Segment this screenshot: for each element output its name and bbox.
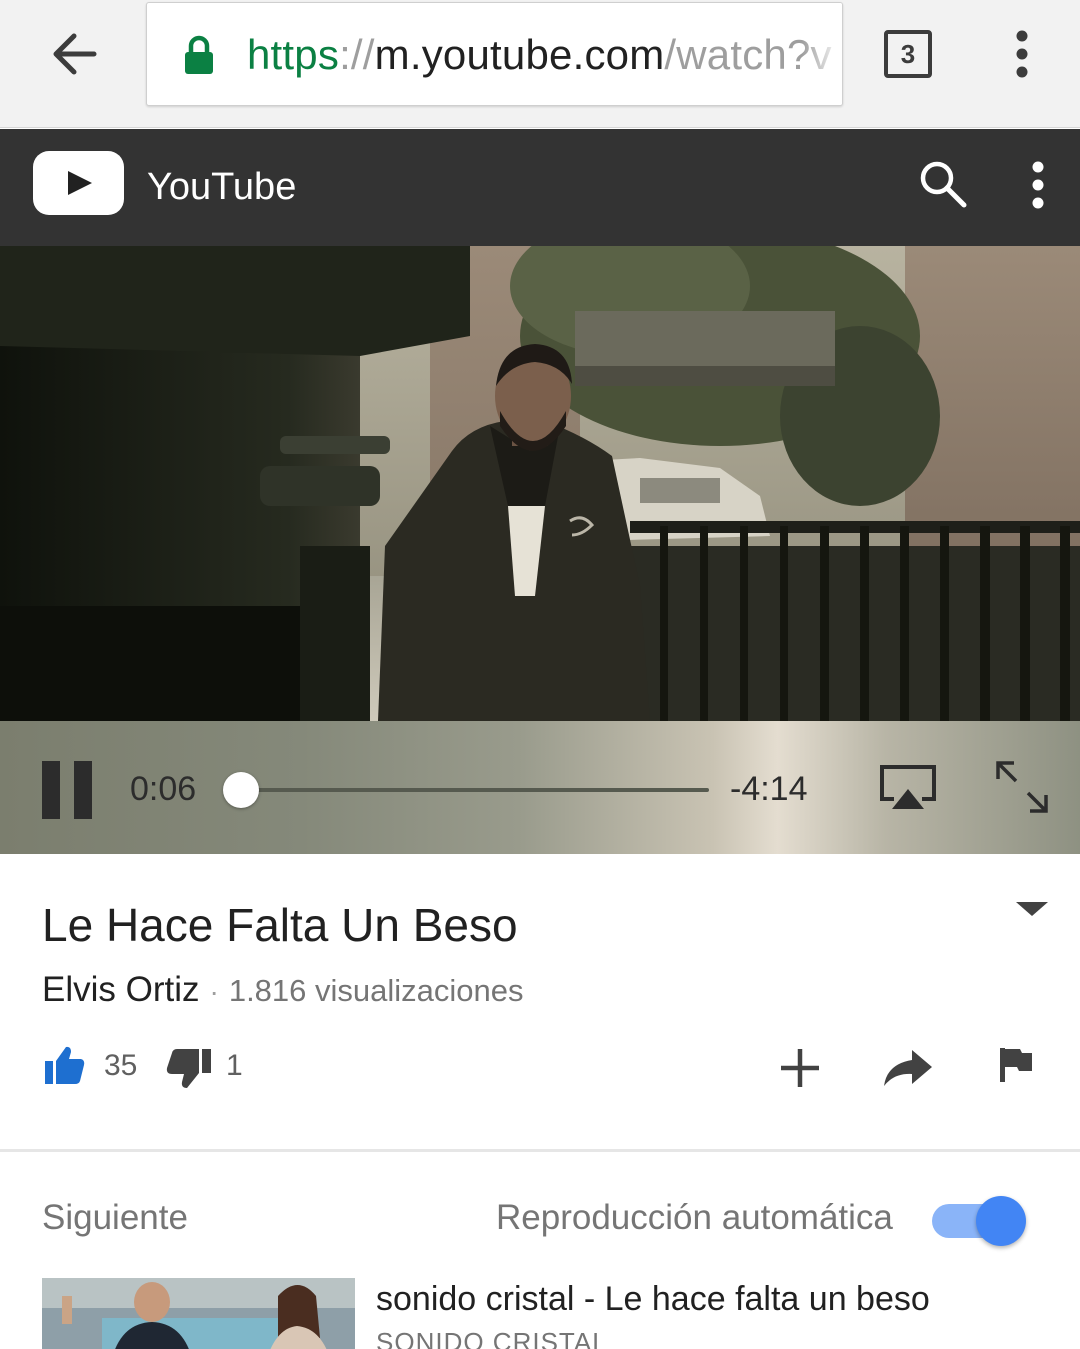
pause-icon[interactable]: [42, 761, 94, 819]
next-video-title[interactable]: sonido cristal - Le hace falta un beso: [376, 1278, 930, 1320]
search-icon[interactable]: [918, 159, 968, 209]
channel-name[interactable]: Elvis Ortiz: [42, 970, 200, 1009]
back-arrow-icon[interactable]: [44, 26, 104, 82]
lock-icon: [183, 35, 215, 75]
dislike-count: 1: [226, 1049, 243, 1082]
autoplay-label: Reproducción automática: [496, 1198, 893, 1237]
browser-menu-icon[interactable]: [1002, 30, 1042, 78]
next-video-channel: SONIDO CRISTAL: [376, 1327, 608, 1349]
more-vert-icon[interactable]: [1020, 161, 1056, 209]
current-time: 0:06: [130, 770, 197, 808]
address-bar[interactable]: https://m.youtube.com/watch?v: [146, 2, 843, 106]
meta-separator: ·: [209, 976, 219, 1007]
seek-bar[interactable]: [223, 772, 709, 808]
remaining-time: -4:14: [730, 770, 808, 808]
up-next-label: Siguiente: [42, 1198, 188, 1237]
like-count: 35: [104, 1049, 138, 1082]
toggle-knob: [976, 1196, 1026, 1246]
flag-icon[interactable]: [998, 1046, 1036, 1084]
airplay-icon[interactable]: [878, 763, 938, 813]
url-text: https://m.youtube.com/watch?v: [247, 31, 832, 78]
seek-handle[interactable]: [223, 772, 260, 808]
player-controls: 0:06 -4:14: [0, 721, 1080, 854]
youtube-play-icon[interactable]: [33, 151, 124, 215]
thumb-up-icon[interactable]: [44, 1044, 86, 1086]
video-player[interactable]: [0, 246, 1080, 721]
video-title: Le Hace Falta Un Beso: [42, 899, 518, 951]
tab-switcher-button[interactable]: 3: [884, 30, 932, 78]
expand-description-icon[interactable]: [1010, 898, 1054, 922]
video-meta: Elvis Ortiz · 1.816 visualizaciones: [42, 970, 524, 1017]
fullscreen-icon[interactable]: [994, 759, 1050, 815]
view-count: 1.816 visualizaciones: [228, 973, 524, 1008]
add-to-playlist-icon[interactable]: [778, 1046, 822, 1090]
video-frame: [0, 246, 1080, 721]
browser-toolbar: https://m.youtube.com/watch?v 3: [0, 0, 1080, 128]
url-fade: [802, 3, 842, 105]
thumb-down-icon[interactable]: [164, 1047, 214, 1091]
next-video-thumbnail[interactable]: [42, 1278, 355, 1349]
video-info: Le Hace Falta Un Beso Elvis Ortiz · 1.816 …: [0, 854, 1080, 1152]
autoplay-toggle[interactable]: [930, 1196, 1026, 1248]
share-icon[interactable]: [882, 1048, 934, 1088]
app-title: YouTube: [147, 166, 297, 208]
youtube-header: YouTube: [0, 129, 1080, 246]
